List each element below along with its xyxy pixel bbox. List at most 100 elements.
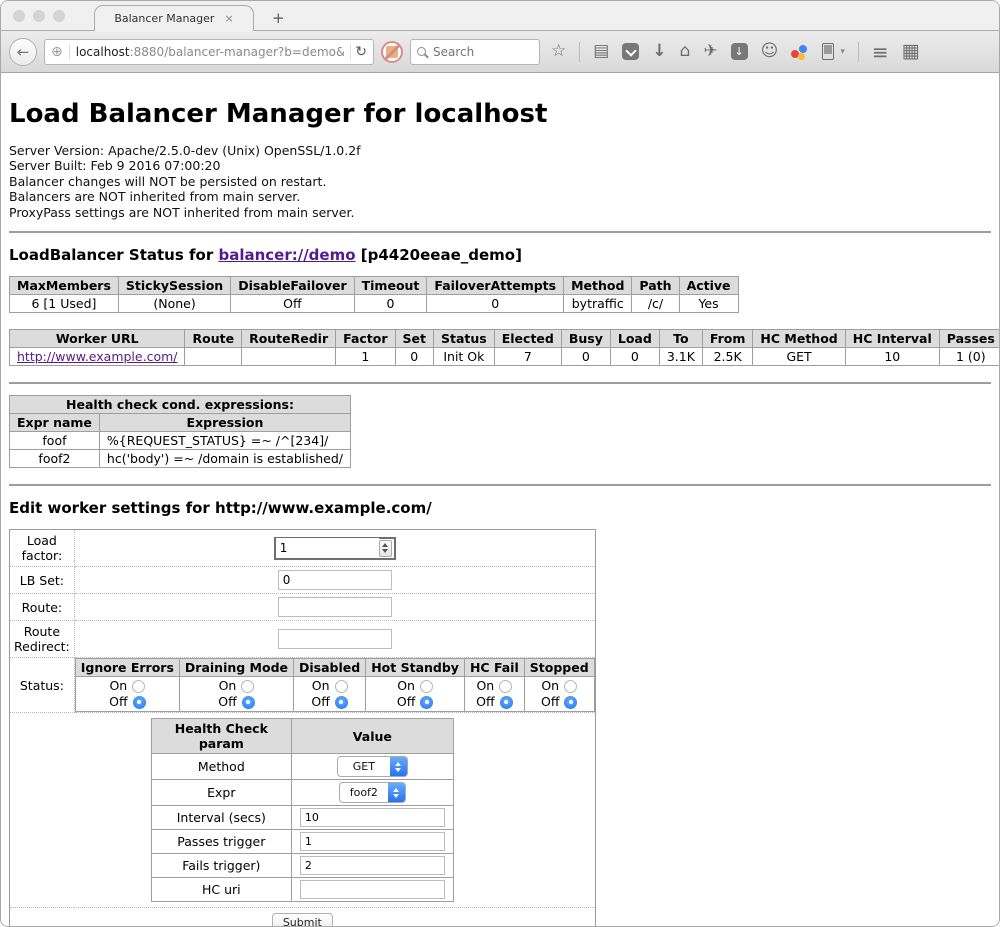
col-method: Method <box>564 277 632 295</box>
draining-mode-off-radio[interactable] <box>242 696 255 709</box>
ignore-errors-off-radio[interactable] <box>133 696 146 709</box>
fails-trigger-label: Fails trigger) <box>151 854 291 878</box>
col-stickysession: StickySession <box>118 277 230 295</box>
sync-caret-icon[interactable]: ▾ <box>840 47 845 57</box>
col-timeout: Timeout <box>354 277 427 295</box>
window-zoom-button[interactable] <box>53 10 65 22</box>
reload-icon[interactable]: ↻ <box>350 44 367 60</box>
col-disablefailover: DisableFailover <box>231 277 354 295</box>
col-hc-fail: HC Fail <box>464 659 524 677</box>
disabled-on-radio[interactable] <box>335 680 348 693</box>
proxypass-note-line: ProxyPass settings are NOT inherited fro… <box>9 205 991 220</box>
window-controls[interactable] <box>13 10 65 22</box>
home-icon[interactable]: ⌂ <box>680 43 691 60</box>
reading-list-icon[interactable]: ▤ <box>593 43 609 60</box>
import-icon[interactable]: ↓ <box>731 43 748 60</box>
disabled-off-radio[interactable] <box>335 696 348 709</box>
url-bar[interactable]: ⊕ localhost:8880/balancer-manager?b=demo… <box>44 39 374 65</box>
send-tab-icon[interactable]: ✈ <box>703 43 717 60</box>
share-service-icon[interactable] <box>791 44 809 60</box>
edit-worker-form: Load factor: LB Set: Route: Route Redire… <box>9 529 596 927</box>
lb-set-label: LB Set: <box>10 567 75 594</box>
col-failoverattempts: FailoverAttempts <box>427 277 564 295</box>
interval-input[interactable] <box>300 808 445 827</box>
page-content: Load Balancer Manager for localhost Serv… <box>1 99 999 927</box>
pocket-icon[interactable] <box>622 43 639 60</box>
search-icon <box>417 47 426 56</box>
new-tab-button[interactable]: + <box>272 9 285 27</box>
col-expression: Expression <box>99 414 350 432</box>
hc-expr-title: Health check cond. expressions: <box>10 396 351 414</box>
balancer-status-heading: LoadBalancer Status for balancer://demo … <box>9 246 991 264</box>
expr-select[interactable]: foof2 <box>339 782 406 803</box>
stopped-on-radio[interactable] <box>564 680 577 693</box>
tab-bar: Balancer Manager × + <box>1 1 999 31</box>
search-bar[interactable] <box>410 39 540 65</box>
method-select[interactable]: GET <box>337 756 408 777</box>
url-text[interactable]: localhost:8880/balancer-manager?b=demo&w… <box>76 45 345 59</box>
submit-button[interactable]: Submit <box>272 913 333 927</box>
site-globe-icon[interactable]: ⊕ <box>51 44 63 60</box>
hot-standby-off-radio[interactable] <box>420 696 433 709</box>
draining-mode-on-radio[interactable] <box>241 680 254 693</box>
ignore-errors-on-radio[interactable] <box>132 680 145 693</box>
hc-expressions-table: Health check cond. expressions: Expr nam… <box>9 395 351 468</box>
worker-url-link[interactable]: http://www.example.com/ <box>17 349 177 364</box>
hc-uri-label: HC uri <box>151 878 291 902</box>
passes-trigger-label: Passes trigger <box>151 830 291 854</box>
divider <box>9 382 991 384</box>
inherit-note-line: Balancers are NOT inherited from main se… <box>9 189 991 204</box>
balancer-demo-link[interactable]: balancer://demo <box>218 246 355 264</box>
downloads-icon[interactable]: ↓ <box>652 43 666 60</box>
sync-device-icon[interactable] <box>822 43 834 60</box>
menu-icon[interactable]: ≡ <box>872 42 889 62</box>
col-ignore-errors: Ignore Errors <box>75 659 179 677</box>
hc-uri-input[interactable] <box>300 880 445 899</box>
route-redirect-label: Route Redirect: <box>10 621 75 658</box>
select-stepper-icon <box>388 782 405 803</box>
table-row: 6 [1 Used] (None) Off 0 0 bytraffic /c/ … <box>10 295 739 313</box>
col-expr-name: Expr name <box>10 414 100 432</box>
tab-balancer-manager[interactable]: Balancer Manager × <box>94 5 254 31</box>
method-label: Method <box>151 754 291 780</box>
passes-trigger-input[interactable] <box>300 832 445 851</box>
worker-row: http://www.example.com/ 1 0 Init Ok 7 0 … <box>10 348 1000 366</box>
load-factor-input[interactable] <box>276 538 379 558</box>
window-close-button[interactable] <box>13 10 25 22</box>
hc-fail-off-radio[interactable] <box>500 696 513 709</box>
fails-trigger-input[interactable] <box>300 856 445 875</box>
expr-label: Expr <box>151 780 291 806</box>
status-table: Ignore Errors Draining Mode Disabled Hot… <box>75 658 595 712</box>
adblock-icon[interactable] <box>381 41 403 63</box>
url-host: localhost <box>76 45 130 59</box>
stopped-off-radio[interactable] <box>564 696 577 709</box>
load-factor-field[interactable] <box>274 537 396 560</box>
col-path: Path <box>632 277 679 295</box>
select-stepper-icon <box>390 756 407 777</box>
lb-set-input[interactable] <box>278 570 392 590</box>
number-spinner-icon[interactable] <box>379 540 392 557</box>
window-minimize-button[interactable] <box>33 10 45 22</box>
bookmark-star-icon[interactable]: ☆ <box>551 43 566 60</box>
status-label: Status: <box>10 658 75 713</box>
col-hot-standby: Hot Standby <box>366 659 465 677</box>
hello-chat-icon[interactable]: ☺ <box>761 43 779 60</box>
col-worker-url: Worker URL <box>10 330 185 348</box>
hc-fail-on-radio[interactable] <box>499 680 512 693</box>
divider <box>9 484 991 486</box>
search-input[interactable] <box>431 44 521 60</box>
col-stopped: Stopped <box>524 659 594 677</box>
edit-worker-heading: Edit worker settings for http://www.exam… <box>9 499 991 517</box>
back-button[interactable]: ← <box>9 38 37 66</box>
url-path: :8880/balancer-manager?b=demo&w=http://w… <box>130 45 345 59</box>
page-title: Load Balancer Manager for localhost <box>9 99 991 129</box>
hot-standby-on-radio[interactable] <box>420 680 433 693</box>
col-active: Active <box>679 277 738 295</box>
route-input[interactable] <box>278 597 392 617</box>
tab-close-icon[interactable]: × <box>224 12 233 25</box>
back-arrow-icon: ← <box>17 43 30 61</box>
balancer-status-table: MaxMembers StickySession DisableFailover… <box>9 276 739 313</box>
keyboard-grid-icon[interactable]: ▦ <box>902 42 920 61</box>
route-redirect-input[interactable] <box>278 629 392 649</box>
persist-note-line: Balancer changes will NOT be persisted o… <box>9 174 991 189</box>
